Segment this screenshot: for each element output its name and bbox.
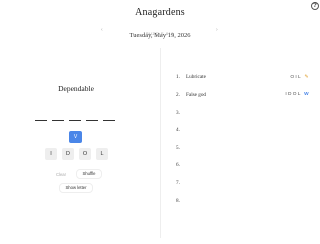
word-list-item[interactable]: 3. [176, 110, 312, 119]
word-list-item[interactable]: 2. False god IDOL W [176, 92, 312, 101]
word-number: 8. [176, 198, 180, 204]
word-number: 1. [176, 74, 180, 80]
word-letters: OIL ✎ [290, 74, 310, 80]
letter-tile[interactable]: D [62, 148, 74, 160]
word-list-item[interactable]: 7. [176, 180, 312, 189]
word-number: 3. [176, 110, 180, 116]
word-number: 7. [176, 180, 180, 186]
shuffle-button[interactable]: Shuffle [76, 169, 102, 179]
word-letters: IDOL W [285, 92, 310, 97]
word-list-item[interactable]: 1. Lubricate OIL ✎ [176, 74, 312, 83]
answer-blank [69, 120, 81, 121]
answer-blank [52, 120, 64, 121]
panel-divider [160, 48, 161, 238]
word-number: 6. [176, 162, 180, 168]
word-list-item[interactable]: 8. [176, 198, 312, 207]
puzzle-number: PUZZLE 819 [146, 32, 174, 36]
highlight-letter: W [304, 92, 310, 97]
word-clue: Lubricate [186, 74, 206, 80]
answer-blank [35, 120, 47, 121]
word-number: 2. [176, 92, 180, 98]
show-letter-button[interactable]: Show letter [59, 183, 93, 193]
word-list-item[interactable]: 5. [176, 145, 312, 154]
letter-tile[interactable]: O [79, 148, 91, 160]
word-number: 5. [176, 145, 180, 151]
word-list-item[interactable]: 4. [176, 127, 312, 136]
letter-tile[interactable]: I [45, 148, 57, 160]
answer-blank [86, 120, 98, 121]
word-list-item[interactable]: 6. [176, 162, 312, 171]
clear-button[interactable]: Clear [52, 170, 70, 179]
answer-blank [103, 120, 115, 121]
pool-letter-tile[interactable]: V [69, 131, 82, 143]
app-title: Anagardens [135, 7, 185, 18]
word-clue: False god [186, 92, 207, 98]
letter-tile[interactable]: L [96, 148, 108, 160]
word-number: 4. [176, 127, 180, 133]
current-clue-word: Dependable [58, 84, 94, 93]
pencil-icon: ✎ [304, 74, 310, 80]
